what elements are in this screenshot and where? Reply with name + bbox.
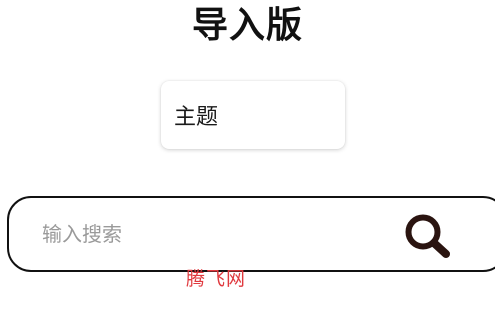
theme-label: 主题 [174, 105, 219, 130]
search-input[interactable] [42, 212, 372, 256]
search-button[interactable] [402, 212, 454, 262]
theme-button[interactable]: 主题 [161, 81, 345, 149]
search-icon [405, 214, 450, 258]
search-bar [7, 196, 495, 272]
page-title: 导入版 [191, 5, 303, 46]
watermark-text: 腾飞网 [185, 268, 246, 290]
page: ​ 导入版 主题 腾飞网 [0, 0, 495, 322]
